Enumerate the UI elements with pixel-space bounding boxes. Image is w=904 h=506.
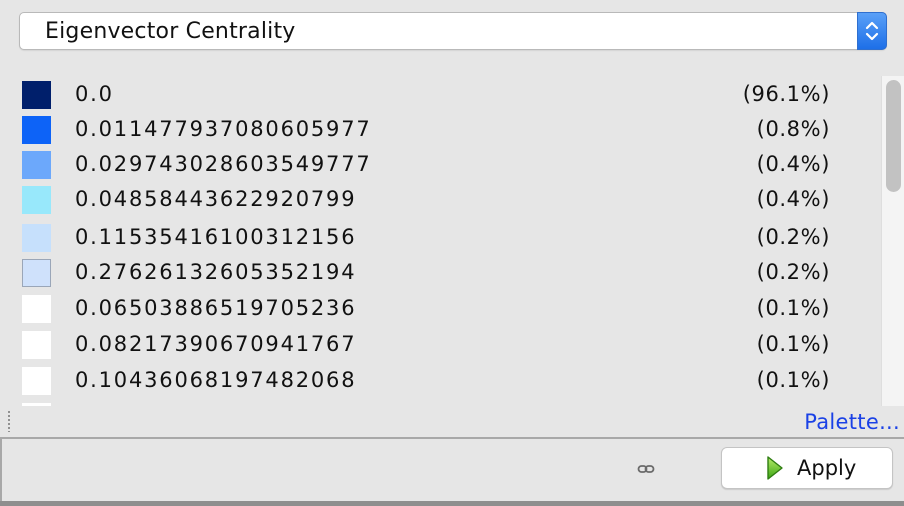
legend-value: 0.08217390670941767	[75, 332, 357, 356]
legend-percent: (0.1%)	[756, 332, 830, 356]
color-swatch[interactable]	[22, 367, 51, 395]
color-swatch[interactable]	[22, 224, 51, 252]
color-swatch[interactable]	[22, 331, 51, 359]
legend-row[interactable]: 0.0 (96.1%)	[0, 76, 880, 110]
legend-value: 0.06503886519705236	[75, 296, 357, 320]
legend-percent: (0.8%)	[756, 117, 830, 141]
legend-value: 0.10436068197482068	[75, 368, 357, 392]
color-swatch[interactable]	[22, 403, 51, 406]
partition-legend-list[interactable]: 0.0 (96.1%) 0.011477937080605977 (0.8%) …	[0, 76, 880, 406]
legend-row[interactable]: 0.029743028603549777 (0.4%)	[0, 146, 880, 180]
color-swatch[interactable]	[22, 295, 51, 323]
legend-row[interactable]: 0.27626132605352194 (0.2%)	[0, 254, 880, 288]
palette-link[interactable]: Palette...	[804, 410, 900, 434]
ranking-attribute-value: Eigenvector Centrality	[45, 19, 296, 44]
legend-percent: (0.2%)	[756, 225, 830, 249]
legend-value: 0.27626132605352194	[75, 260, 357, 284]
color-swatch[interactable]	[22, 186, 51, 214]
legend-percent: (0.1%)	[756, 296, 830, 320]
legend-value: 0.04858443622920799	[75, 187, 357, 211]
legend-row[interactable]: 0.06503886519705236 (0.1%)	[0, 290, 880, 324]
legend-row[interactable]: 0.08217390670941767 (0.1%)	[0, 326, 880, 360]
legend-row[interactable]	[0, 398, 880, 406]
legend-percent: (96.1%)	[742, 82, 830, 106]
panel-left-edge	[0, 439, 2, 506]
legend-row[interactable]: 0.011477937080605977 (0.8%)	[0, 111, 880, 145]
color-swatch[interactable]	[22, 116, 51, 144]
color-swatch[interactable]	[22, 259, 51, 287]
scrollbar-thumb[interactable]	[886, 80, 901, 192]
color-swatch[interactable]	[22, 81, 51, 109]
ranking-attribute-select[interactable]: Eigenvector Centrality	[19, 12, 887, 50]
legend-row[interactable]: 0.04858443622920799 (0.4%)	[0, 181, 880, 215]
legend-row[interactable]: 0.11535416100312156 (0.2%)	[0, 219, 880, 253]
resize-grip-icon[interactable]	[7, 410, 11, 432]
legend-percent: (0.4%)	[756, 152, 830, 176]
apply-button[interactable]: Apply	[721, 447, 893, 489]
legend-value: 0.011477937080605977	[75, 117, 372, 141]
legend-percent: (0.2%)	[756, 260, 830, 284]
legend-value: 0.0	[75, 82, 114, 106]
panel-bottom-edge	[0, 501, 904, 506]
legend-percent: (0.1%)	[756, 368, 830, 392]
legend-value: 0.029743028603549777	[75, 152, 372, 176]
legend-row[interactable]: 0.10436068197482068 (0.1%)	[0, 362, 880, 396]
up-down-arrows-icon	[865, 21, 879, 41]
panel-divider	[0, 437, 904, 439]
legend-percent: (0.4%)	[756, 187, 830, 211]
chain-link-icon[interactable]	[637, 461, 655, 480]
apply-label: Apply	[797, 456, 857, 480]
legend-value: 0.11535416100312156	[75, 225, 357, 249]
color-swatch[interactable]	[22, 151, 51, 179]
select-stepper[interactable]	[857, 12, 887, 50]
play-icon	[767, 456, 783, 480]
